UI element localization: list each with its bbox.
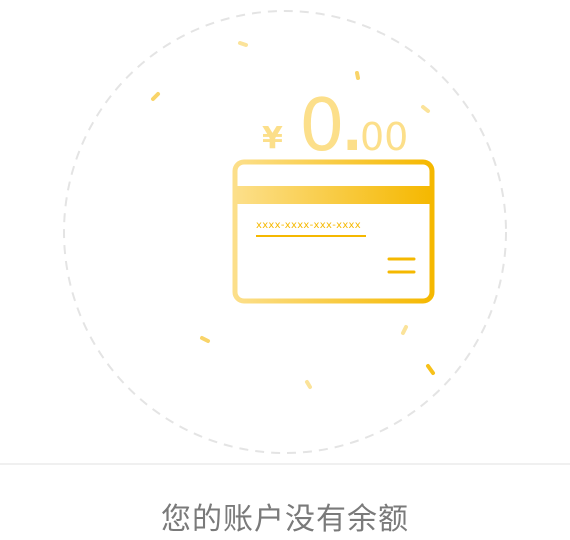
currency-symbol: ¥	[262, 121, 283, 156]
bank-card-icon: xxxx-xxxx-xxx-xxxx	[232, 159, 435, 304]
empty-wallet-illustration: xxxx-xxxx-xxx-xxxx ¥ 0 . 00	[63, 10, 507, 454]
card-number-mask: xxxx-xxxx-xxx-xxxx	[256, 220, 361, 231]
speed-lines	[78, 200, 220, 279]
sparkle	[200, 336, 210, 343]
sparkle	[426, 364, 435, 375]
sparkle	[421, 105, 430, 113]
card-magnetic-stripe	[235, 186, 432, 204]
empty-balance-message: 您的账户没有余额	[161, 502, 409, 537]
divider	[0, 463, 570, 465]
card-outline	[232, 159, 435, 304]
balance-amount: ¥ 0 . 00	[262, 83, 408, 167]
balance-integer: 0	[299, 83, 345, 167]
sparkle	[151, 92, 160, 101]
balance-fraction: 00	[360, 115, 408, 159]
sparkle	[238, 41, 248, 47]
sparkle	[401, 325, 408, 335]
sparkle	[305, 380, 312, 389]
sparkle	[355, 71, 360, 80]
